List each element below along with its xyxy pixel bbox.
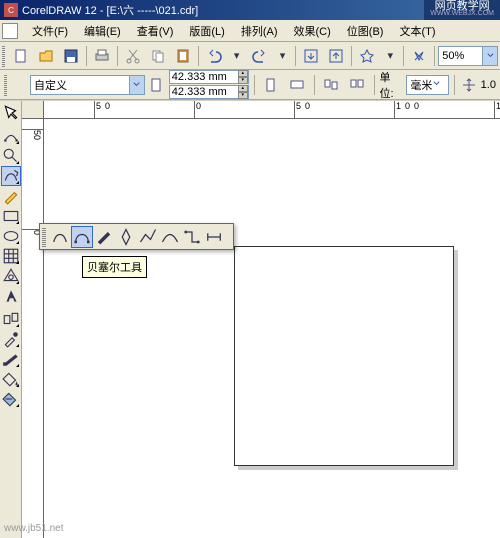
copy-button[interactable] — [146, 44, 170, 68]
pick-tool[interactable] — [1, 103, 21, 123]
site-watermark: 网页教学网 WWW.WEBJX.COM — [424, 0, 500, 20]
curve-tool[interactable] — [1, 166, 21, 186]
page-dim-icon — [148, 73, 166, 97]
menu-bar: 文件(F) 编辑(E) 查看(V) 版面(L) 排列(A) 效果(C) 位图(B… — [0, 20, 500, 42]
nudge-icon — [460, 73, 478, 97]
freehand-tool[interactable] — [49, 226, 71, 248]
app-icon: C — [4, 3, 18, 17]
outline-tool[interactable] — [1, 349, 21, 369]
3point-curve-tool[interactable] — [159, 226, 181, 248]
bezier-tool[interactable] — [71, 226, 93, 248]
artistic-media-tool[interactable] — [93, 226, 115, 248]
toolbar-grip[interactable] — [2, 45, 5, 67]
app-launcher-dropdown[interactable]: ▾ — [380, 44, 400, 68]
landscape-button[interactable] — [286, 73, 309, 97]
tooltip: 贝塞尔工具 — [82, 256, 147, 278]
dimension-tool[interactable] — [203, 226, 225, 248]
page-size-value: 自定义 — [34, 77, 67, 93]
blend-tool[interactable] — [1, 309, 21, 329]
app-launcher-button[interactable] — [355, 44, 379, 68]
text-tool[interactable] — [1, 286, 21, 306]
units-select[interactable]: 毫米 — [406, 75, 448, 95]
import-button[interactable] — [299, 44, 323, 68]
standard-toolbar: ▾ ▾ ▾ 50% — [0, 42, 500, 70]
basic-shapes-tool[interactable] — [1, 266, 21, 286]
doc-system-icon[interactable] — [2, 23, 18, 39]
menu-edit[interactable]: 编辑(E) — [76, 21, 129, 41]
curve-flyout-toolbar — [39, 223, 234, 250]
zoom-value: 50% — [442, 50, 464, 62]
ruler-horizontal[interactable]: 50050100150 — [44, 101, 500, 119]
smart-draw-tool[interactable] — [1, 186, 21, 206]
corel-online-button[interactable] — [407, 44, 431, 68]
units-value: 毫米 — [410, 77, 432, 93]
save-button[interactable] — [59, 44, 83, 68]
portrait-button[interactable] — [260, 73, 283, 97]
open-button[interactable] — [34, 44, 58, 68]
workspace: 50050100150 500 贝塞尔工具 — [0, 101, 500, 538]
undo-dropdown[interactable]: ▾ — [227, 44, 247, 68]
window-title: CorelDRAW 12 - [E:\六 -----\021.cdr] — [22, 2, 198, 18]
redo-button[interactable] — [248, 44, 272, 68]
propbar-grip[interactable] — [4, 74, 7, 96]
export-button[interactable] — [324, 44, 348, 68]
menu-bitmap[interactable]: 位图(B) — [339, 21, 392, 41]
multi-page-icon-2[interactable] — [346, 73, 369, 97]
connector-tool[interactable] — [181, 226, 203, 248]
polyline-tool[interactable] — [137, 226, 159, 248]
menu-layout[interactable]: 版面(L) — [181, 21, 232, 41]
ellipse-tool[interactable] — [1, 226, 21, 246]
menu-view[interactable]: 查看(V) — [129, 21, 182, 41]
flyout-grip[interactable] — [42, 227, 46, 247]
canvas-area[interactable]: 50050100150 500 贝塞尔工具 — [22, 101, 500, 538]
ruler-vertical[interactable]: 500 — [22, 119, 44, 538]
units-label: 单位: — [380, 69, 404, 101]
chevron-down-icon — [432, 79, 441, 91]
page-width-input[interactable]: 42.333 mm▴▾ — [169, 70, 249, 84]
new-button[interactable] — [9, 44, 33, 68]
zoom-tool[interactable] — [1, 146, 21, 166]
zoom-select[interactable]: 50% — [438, 46, 498, 66]
redo-dropdown[interactable]: ▾ — [273, 44, 293, 68]
menu-file[interactable]: 文件(F) — [24, 21, 76, 41]
menu-arrange[interactable]: 排列(A) — [233, 21, 286, 41]
chevron-down-icon — [129, 76, 144, 94]
paste-button[interactable] — [171, 44, 195, 68]
interactive-fill-tool[interactable] — [1, 389, 21, 409]
menu-text[interactable]: 文本(T) — [391, 21, 443, 41]
footer-watermark: www.jb51.net — [4, 523, 63, 534]
page-height-input[interactable]: 42.333 mm▴▾ — [169, 85, 249, 99]
eyedropper-tool[interactable] — [1, 329, 21, 349]
fill-tool[interactable] — [1, 369, 21, 389]
rectangle-tool[interactable] — [1, 206, 21, 226]
page-rectangle — [234, 246, 454, 466]
menu-effect[interactable]: 效果(C) — [286, 21, 339, 41]
property-bar: 自定义 42.333 mm▴▾ 42.333 mm▴▾ 单位: 毫米 1.0 — [0, 70, 500, 100]
page-size-select[interactable]: 自定义 — [30, 75, 145, 95]
ruler-origin[interactable] — [22, 101, 44, 119]
chevron-down-icon — [482, 47, 497, 65]
graph-paper-tool[interactable] — [1, 246, 21, 266]
pen-tool[interactable] — [115, 226, 137, 248]
shape-tool[interactable] — [1, 126, 21, 146]
cut-button[interactable] — [121, 44, 145, 68]
undo-button[interactable] — [202, 44, 226, 68]
toolbox — [0, 101, 22, 538]
print-button[interactable] — [90, 44, 114, 68]
multi-page-icon-1[interactable] — [320, 73, 343, 97]
nudge-value: 1.0 — [481, 79, 496, 91]
page-dimensions: 42.333 mm▴▾ 42.333 mm▴▾ — [169, 70, 249, 99]
